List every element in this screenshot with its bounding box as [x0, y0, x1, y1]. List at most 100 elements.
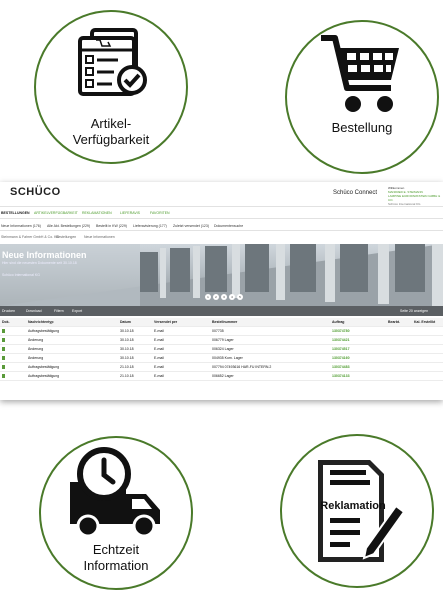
hero-organisation: Schüco International KG [2, 273, 40, 277]
grid-toolbar: Drucken Download Filtern Export Seite 20… [0, 306, 443, 316]
nav-bestellungen[interactable]: BESTELLUNGEN [1, 211, 30, 216]
schueco-logo: SCHÜCO [10, 186, 61, 198]
hero-banner: Neue Informationen Hier sind die neueste… [0, 244, 443, 306]
column-header[interactable]: Kal. Erstellkt [412, 318, 443, 327]
download-button[interactable]: Download [26, 309, 42, 314]
filter-button[interactable]: Filtern [54, 309, 64, 314]
app-header: SCHÜCO Schüco Connect Willkommen MANFRED… [0, 182, 443, 207]
message-type: Auftragsbestätigung [26, 362, 118, 372]
column-header[interactable]: Bestellnummer [210, 318, 330, 327]
order-number: 004935 Kom. Lager [210, 353, 330, 363]
sent-via: E-mail [152, 326, 210, 336]
page-button[interactable]: 3 [221, 294, 227, 300]
document-icon[interactable] [0, 335, 26, 345]
cell-edit [386, 335, 412, 345]
column-header[interactable]: Dok. [0, 318, 26, 327]
cell-extra [412, 326, 443, 336]
page-button[interactable]: 1 [205, 294, 211, 300]
table-row[interactable]: Auftragsbestätigung 21.10.18 E-mail 0066… [0, 371, 443, 381]
table-row[interactable]: Auftragsbestätigung 21.10.18 E-mail 0077… [0, 362, 443, 372]
sent-via: E-mail [152, 371, 210, 381]
document-icon[interactable] [0, 326, 26, 336]
main-nav: BESTELLUNGEN ARTIKELVERFÜGBARKEIT REKLAM… [0, 210, 443, 219]
document-icon[interactable] [0, 344, 26, 354]
date: 30.10.18 [118, 353, 152, 363]
date: 21.10.18 [118, 371, 152, 381]
order-number: 006652 Lager [210, 371, 330, 381]
reklamation-sign: Reklamation [320, 500, 386, 512]
order-link[interactable]: 130374517 [330, 344, 386, 354]
cell-extra [412, 362, 443, 372]
nav-lieferavis[interactable]: LIEFERAVIS [120, 211, 140, 216]
table-header-row: Dok. Nachrichtentyp Datum Versendet per … [0, 318, 443, 327]
cell-extra [412, 344, 443, 354]
feature-order: Bestellung [285, 20, 439, 174]
cell-edit [386, 326, 412, 336]
table-row[interactable]: Änderung 30.10.18 E-mail 004935 Kom. Lag… [0, 353, 443, 363]
date: 30.10.18 [118, 335, 152, 345]
user-info: Willkommen MANFRED E. STEIMANN LAMPINE E… [388, 186, 443, 206]
breadcrumb-item[interactable]: Steinmann & Fahrer GmbH & Co. KG [1, 235, 59, 240]
tab-alle-bestellungen[interactable]: Alle Akt. Bestellungen (229) [47, 224, 90, 229]
table-row[interactable]: Änderung 30.10.18 E-mail 006779 Lager 13… [0, 335, 443, 345]
pagination: 12345 [205, 294, 245, 300]
app-screenshot: SCHÜCO Schüco Connect Willkommen MANFRED… [0, 182, 443, 400]
order-link[interactable]: 130374483 [330, 362, 386, 372]
order-link[interactable]: 130374160 [330, 353, 386, 363]
nav-favoriten[interactable]: FAVORITEN [150, 211, 170, 216]
message-type: Änderung [26, 335, 118, 345]
cell-edit [386, 371, 412, 381]
cell-extra [412, 353, 443, 363]
feature-availability: Artikel- Verfügbarkeit [34, 10, 188, 164]
order-link[interactable]: 130374780 [330, 326, 386, 336]
table-row[interactable]: Änderung 30.10.18 E-mail 006324 Lager 13… [0, 344, 443, 354]
app-title: Schüco Connect [333, 190, 378, 196]
message-type: Auftragsbestätigung [26, 326, 118, 336]
user-line: LAMPINE EUROPARKSTEIN GMBH & CO. [388, 194, 441, 202]
sent-via: E-mail [152, 344, 210, 354]
order-link[interactable]: 130374421 [330, 335, 386, 345]
page-button[interactable]: 5 [237, 294, 243, 300]
order-number: 007735 [210, 326, 330, 336]
page-size-select[interactable]: Seite 20 anzeigen [400, 309, 428, 314]
feature-complaint: Reklamation [280, 434, 434, 588]
hero-subtitle: Hier sind die neuesten Dokumente seit 30… [2, 261, 77, 265]
document-icon[interactable] [0, 371, 26, 381]
column-header[interactable]: Versendet per [152, 318, 210, 327]
cell-extra [412, 371, 443, 381]
tab-neue-informationen[interactable]: Neue Informationen (176) [1, 224, 41, 229]
table-row[interactable]: Auftragsbestätigung 30.10.18 E-mail 0077… [0, 326, 443, 336]
print-button[interactable]: Drucken [2, 309, 15, 314]
hero-title: Neue Informationen [2, 250, 87, 260]
column-header[interactable]: Auftrag [330, 318, 386, 327]
tab-bestellt-kw[interactable]: Bestellt in KW (229) [96, 224, 127, 229]
nav-artikelverfuegbarkeit[interactable]: ARTIKELVERFÜGBARKEIT [34, 211, 78, 216]
order-link[interactable]: 130374133 [330, 371, 386, 381]
feature-order-label: Bestellung [331, 120, 393, 135]
user-line: Schüco International KG [388, 202, 421, 206]
export-button[interactable]: Export [72, 309, 82, 314]
breadcrumb-item: Neue Informationen [84, 235, 115, 239]
document-icon[interactable] [0, 353, 26, 363]
document-icon[interactable] [0, 362, 26, 372]
cell-edit [386, 353, 412, 363]
column-header[interactable]: Nachrichtentyp [26, 318, 118, 327]
tab-zuletzt-versendet[interactable]: Zuletzt versendet (123) [173, 224, 209, 229]
nav-reklamationen[interactable]: REKLAMATIONEN [82, 211, 112, 216]
tab-lieferavisierung[interactable]: Lieferavisierung (177) [133, 224, 167, 229]
column-header[interactable]: Bearbt. [386, 318, 412, 327]
tab-bar: Neue Informationen (176) Alle Akt. Beste… [0, 222, 443, 231]
message-type: Änderung [26, 353, 118, 363]
cell-edit [386, 362, 412, 372]
column-header[interactable]: Datum [118, 318, 152, 327]
feature-realtime-label: Echtzeit Information [83, 542, 149, 573]
breadcrumb-item[interactable]: Bestellungen [56, 235, 76, 240]
delivery-truck-clock-icon [70, 447, 160, 538]
date: 30.10.18 [118, 326, 152, 336]
tab-dokumentensuche[interactable]: Dokumentensuche [214, 224, 243, 229]
page-button[interactable]: 2 [213, 294, 219, 300]
page-button[interactable]: 4 [229, 294, 235, 300]
feature-availability-label: Artikel- Verfügbarkeit [72, 116, 150, 147]
sent-via: E-mail [152, 335, 210, 345]
cell-edit [386, 344, 412, 354]
